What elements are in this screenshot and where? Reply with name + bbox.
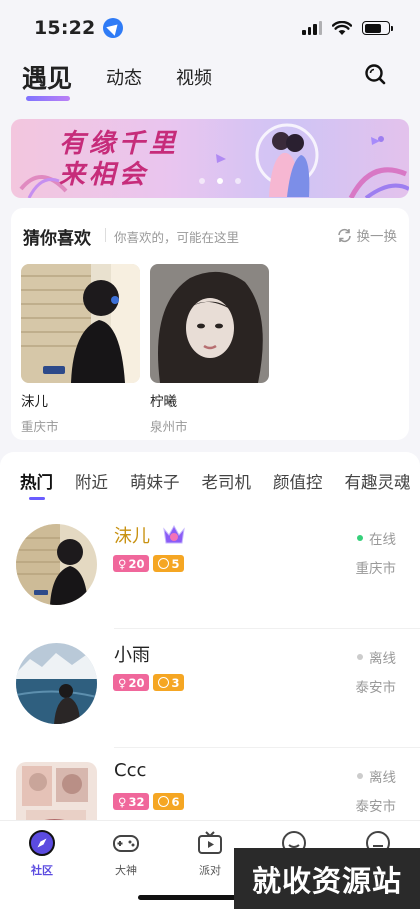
banner-dot-3 [235,178,241,184]
user-age: 32 [128,794,145,809]
avatar[interactable] [16,762,97,820]
user-city: 泰安市 [355,799,397,815]
banner-slogan-line2: 来相会 [59,160,150,190]
recommend-name: 柠曦 [150,394,177,410]
guess-subtitle: 你喜欢的，可能在这里 [114,230,240,245]
refresh-label: 换一换 [356,229,398,245]
cellular-signal-icon [302,21,322,35]
tab-moments[interactable]: 动态 [106,64,142,90]
list-item[interactable]: 小雨 ♀ 20 3 离线 泰安市 [0,629,420,748]
female-icon: ♀ [118,556,127,571]
gender-age-badge: ♀ 20 [113,674,150,691]
battery-icon [362,21,393,35]
promo-banner[interactable]: 有缘千里 来相会 [11,119,409,198]
refresh-button[interactable]: 换一换 [337,225,398,245]
user-name: 小雨 [114,645,150,666]
banner-dot-2 [217,178,223,184]
recommend-card[interactable]: 柠曦 泉州市 [150,264,269,435]
nav-party[interactable]: 派对 [180,829,240,878]
top-navigation: 遇见 动态 视频 [0,56,420,101]
tab-cute-girls[interactable]: 萌妹子 [130,469,180,493]
online-status: 离线 [357,766,396,786]
recommend-photo[interactable] [21,264,140,383]
couple-illustration [255,123,319,197]
vip-crown-icon [163,524,185,544]
gender-age-badge: ♀ 20 [113,555,150,572]
nav-label: 社区 [31,864,53,877]
level-badge: 3 [153,674,185,691]
nav-community[interactable]: 社区 [12,829,72,878]
tab-interesting-souls[interactable]: 有趣灵魂 [345,469,411,493]
nav-masters[interactable]: 大神 [96,829,156,878]
refresh-icon [337,228,351,242]
female-icon: ♀ [118,794,127,809]
user-name: Ccc [114,760,147,781]
nav-label: 派对 [199,864,221,877]
search-icon[interactable] [364,63,386,85]
online-status: 在线 [357,528,396,548]
tab-encounter[interactable]: 遇见 [22,59,72,101]
tab-good-looking[interactable]: 颜值控 [273,469,323,493]
avatar[interactable] [16,524,97,605]
user-city: 重庆市 [355,561,397,577]
guess-title: 猜你喜欢 [23,229,91,249]
recommend-city: 泉州市 [150,419,188,434]
tab-hot[interactable]: 热门 [20,469,53,500]
banner-slogan-line1: 有缘千里 [59,129,180,159]
offline-dot-icon [357,773,363,779]
online-status: 离线 [357,647,396,667]
banner-slogan: 有缘千里 来相会 [59,129,179,191]
level-badge: 6 [153,793,185,810]
user-name: 沫儿 [114,526,150,547]
online-dot-icon [357,535,363,541]
user-city: 泰安市 [355,680,397,696]
status-label: 离线 [369,651,396,667]
user-level: 3 [171,675,180,690]
female-icon: ♀ [118,675,127,690]
recommend-name: 沫儿 [21,394,48,410]
avatar[interactable] [16,643,97,724]
guess-you-like-card: 猜你喜欢 你喜欢的，可能在这里 换一换 沫儿 重庆市 柠曦 泉州市 [11,208,409,440]
list-item[interactable]: Ccc ♀ 32 6 离线 泰安市 [0,748,420,820]
recommend-city: 重庆市 [21,419,59,434]
compass-icon [29,830,55,856]
status-label: 在线 [369,532,396,548]
user-level: 6 [171,794,180,809]
user-age: 20 [128,556,145,571]
tab-nearby[interactable]: 附近 [75,469,108,493]
gender-age-badge: ♀ 32 [113,793,150,810]
user-level: 5 [171,556,180,571]
list-item[interactable]: 沫儿 ♀ 20 5 在线 重庆市 [0,510,420,629]
level-icon [158,677,170,688]
status-bar: 15:22 [0,0,420,56]
user-list: 沫儿 ♀ 20 5 在线 重庆市 小雨 ♀ 20 3 离线 泰安市 Ccc ♀ … [0,510,420,820]
gamepad-icon [113,835,139,852]
banner-dot-1 [199,178,205,184]
level-icon [158,796,170,807]
status-time: 15:22 [34,17,96,39]
level-icon [158,558,170,569]
wifi-icon [332,20,352,35]
divider [105,228,106,242]
nav-label: 大神 [115,864,137,877]
level-badge: 5 [153,555,185,572]
watermark: 就收资源站 [234,848,420,909]
recommend-card[interactable]: 沫儿 重庆市 [21,264,140,435]
offline-dot-icon [357,654,363,660]
status-label: 离线 [369,770,396,786]
location-arrow-icon [103,18,124,38]
recommend-photo[interactable] [150,264,269,383]
tab-veterans[interactable]: 老司机 [202,469,252,493]
tv-play-icon [198,831,222,854]
tab-videos[interactable]: 视频 [176,64,212,90]
user-age: 20 [128,675,145,690]
category-tabs: 热门 附近 萌妹子 老司机 颜值控 有趣灵魂 [0,452,420,510]
